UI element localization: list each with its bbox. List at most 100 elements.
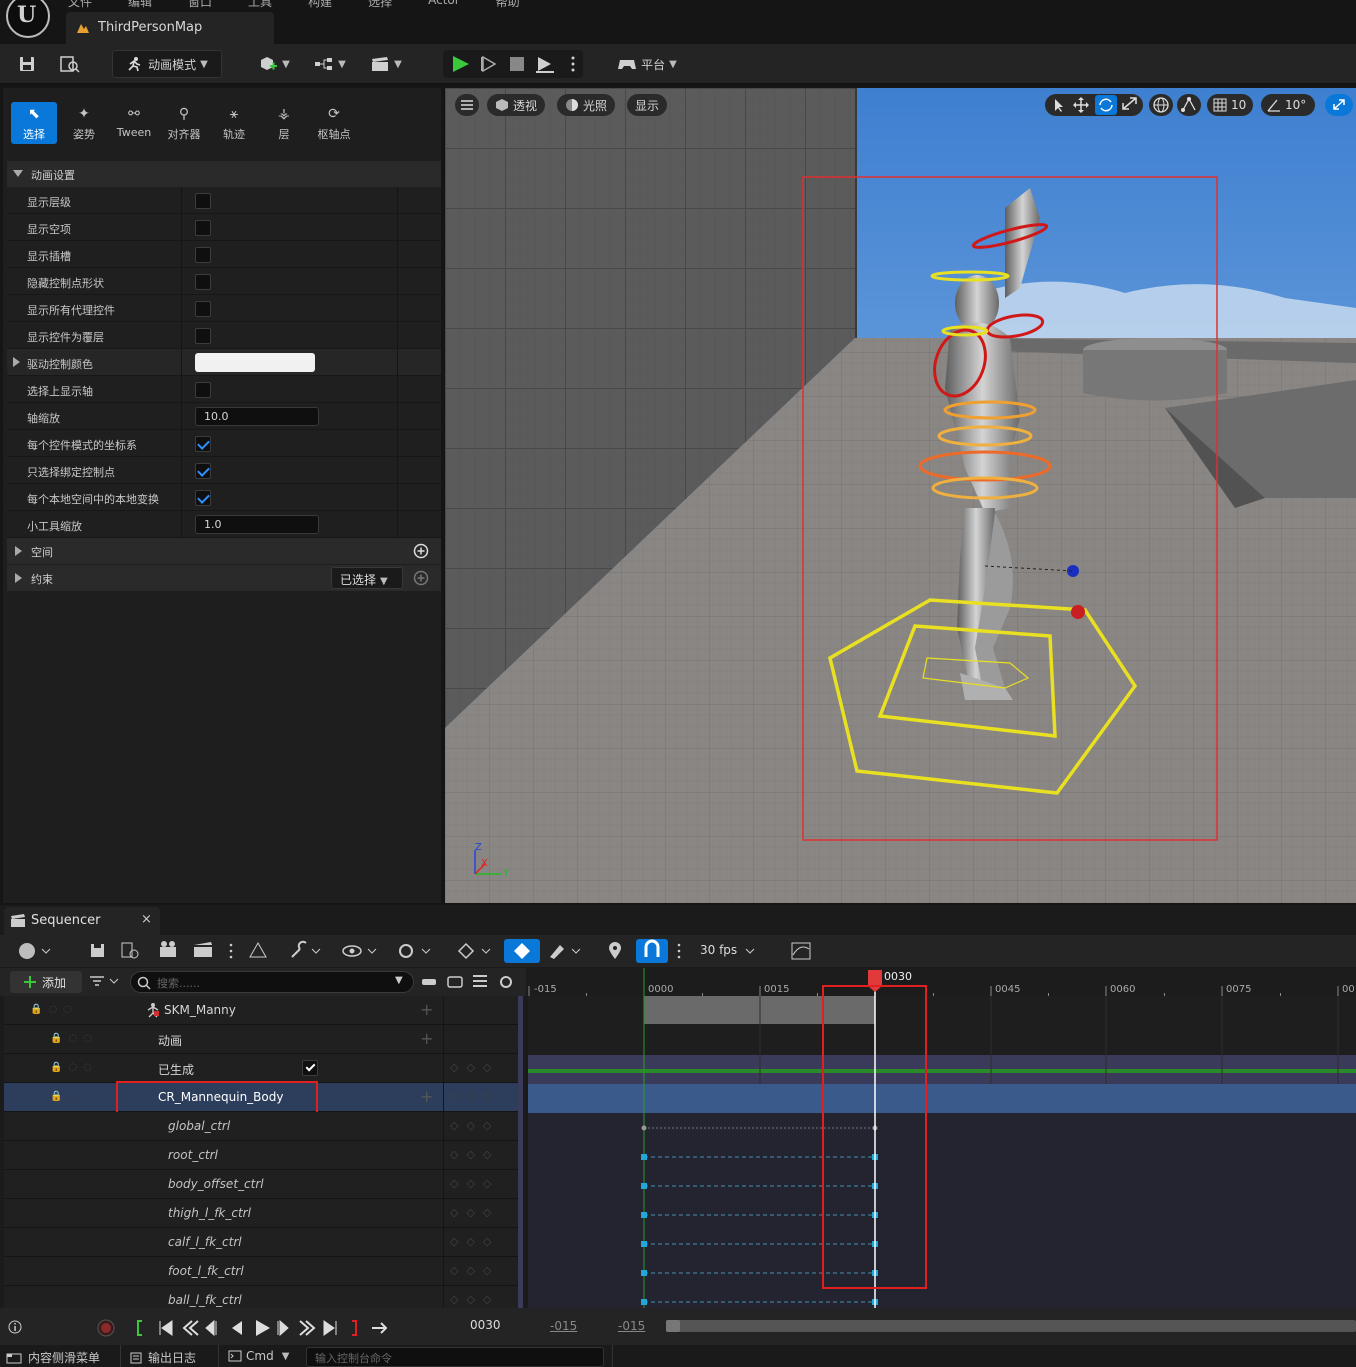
key-nav-icons[interactable]: ◇◇◇ <box>450 1061 499 1074</box>
output-log-button[interactable]: 输出日志 <box>130 1349 196 1366</box>
rotation-snap-button[interactable]: 10° <box>1261 94 1315 116</box>
perspective-button[interactable]: 透视 <box>487 94 546 116</box>
add-icon[interactable]: + <box>420 1029 433 1048</box>
mode-pivot[interactable]: ⟳ 枢轴点 <box>311 102 357 144</box>
filter-icon[interactable] <box>90 976 120 988</box>
close-icon[interactable]: × <box>141 912 152 927</box>
gizmo-scale-field[interactable]: 1.0 <box>195 515 319 534</box>
menu-tools[interactable]: 工具 <box>248 0 272 10</box>
browse-button[interactable] <box>56 50 84 78</box>
animation-settings-header[interactable]: 动画设置 <box>7 161 441 187</box>
controls-overlay-checkbox[interactable] <box>195 328 211 344</box>
track-row-global-ctrl[interactable]: global_ctrl ◇◇◇ <box>4 1112 520 1141</box>
menu-help[interactable]: 帮助 <box>496 0 520 10</box>
menu-actor[interactable]: Actor <box>428 0 460 10</box>
menu-select[interactable]: 选择 <box>368 0 392 10</box>
track-row-calf-l-fk-ctrl[interactable]: calf_l_fk_ctrl ◇◇◇ <box>4 1228 520 1257</box>
local-transform-checkbox[interactable] <box>195 490 211 506</box>
track-row-animation[interactable]: 🔒◌◌ 动画 + <box>4 1025 520 1054</box>
spawned-checkbox[interactable] <box>302 1060 318 1076</box>
add-circle-icon[interactable] <box>413 570 429 586</box>
mode-dropdown[interactable]: 动画模式 ▼ <box>112 50 222 78</box>
world-local-button[interactable] <box>1149 94 1173 116</box>
add-icon[interactable]: + <box>420 1087 433 1106</box>
mode-tween[interactable]: ⚯ Tween <box>111 102 157 144</box>
current-frame[interactable]: 0030 <box>470 1318 501 1332</box>
lighting-button[interactable]: 光照 <box>557 94 616 116</box>
key-nav-icons[interactable]: ◇◇◇ <box>450 1148 499 1161</box>
key-nav-icons[interactable]: ◇◇◇ <box>450 1293 499 1306</box>
key-nav-icons[interactable]: ◇◇◇ <box>450 1206 499 1219</box>
status-bar: 内容侧滑菜单 输出日志 Cmd ▼ 输入控制台命令 <box>0 1345 1356 1367</box>
search-input[interactable]: 搜索...... ▼ <box>130 971 414 993</box>
show-axis-checkbox[interactable] <box>195 382 211 398</box>
show-sockets-checkbox[interactable] <box>195 247 211 263</box>
key-nav-icons[interactable]: ◇◇◇ <box>450 1090 499 1103</box>
constraint-header[interactable]: 约束 已选择 ▼ <box>7 565 441 591</box>
sequencer-tab[interactable]: Sequencer × <box>4 907 160 935</box>
fps-dropdown[interactable]: 30 fps <box>700 943 737 957</box>
menu-edit[interactable]: 编辑 <box>128 0 152 10</box>
cinematics-button[interactable]: ▼ <box>366 50 406 78</box>
prop-row-show-axis: 选择上显示轴 <box>7 376 441 403</box>
key-nav-icons[interactable]: ◇◇◇ <box>450 1264 499 1277</box>
timeline-scrollbar[interactable] <box>666 1320 1356 1332</box>
track-row-foot-l-fk-ctrl[interactable]: foot_l_fk_ctrl ◇◇◇ <box>4 1257 520 1286</box>
menu-build[interactable]: 构建 <box>308 0 332 10</box>
scale-icon <box>1122 97 1137 110</box>
track-row-root-ctrl[interactable]: root_ctrl ◇◇◇ <box>4 1141 520 1170</box>
grid-snap-button[interactable]: 10 <box>1207 94 1253 116</box>
driver-color-swatch[interactable] <box>195 353 315 372</box>
maximize-viewport-button[interactable] <box>1325 94 1353 116</box>
viewport-menu-button[interactable] <box>455 94 479 116</box>
splitter[interactable] <box>518 996 523 1308</box>
hide-control-shapes-checkbox[interactable] <box>195 274 211 290</box>
key-nav-icons[interactable]: ◇◇◇ <box>450 1177 499 1190</box>
browse-icon <box>60 56 80 73</box>
surface-snap-button[interactable] <box>1177 94 1201 116</box>
add-circle-icon[interactable] <box>413 543 429 559</box>
transport-controls[interactable] <box>96 1318 396 1338</box>
selected-dropdown[interactable]: 已选择 ▼ <box>331 567 403 589</box>
menu-window[interactable]: 窗口 <box>188 0 212 10</box>
content-drawer-button[interactable]: 内容侧滑菜单 <box>6 1349 100 1366</box>
cmd-dropdown[interactable]: Cmd ▼ <box>228 1349 289 1363</box>
map-tab[interactable]: ThirdPersonMap <box>66 12 274 44</box>
mode-pose[interactable]: ✦ 姿势 <box>61 102 107 144</box>
track-row-spawned[interactable]: 🔒◌◌ 已生成 ◇◇◇ <box>4 1054 520 1083</box>
track-view-icons[interactable] <box>420 974 520 990</box>
show-nulls-checkbox[interactable] <box>195 220 211 236</box>
save-button[interactable] <box>14 50 40 78</box>
console-input[interactable]: 输入控制台命令 <box>306 1347 604 1367</box>
track-row-skm-manny[interactable]: 🔒◌◌ SKM_Manny + <box>4 996 520 1025</box>
level-viewport[interactable]: Z X Y 透视 光照 显示 10 10° <box>445 88 1356 903</box>
prop-row-driver-color[interactable]: 驱动控制颜色 <box>7 349 441 376</box>
sequencer-timeline[interactable]: -015 0000 0015 0030 0045 0060 0075 00 <box>528 968 1356 1308</box>
mode-snapper[interactable]: ⚲ 对齐器 <box>161 102 207 144</box>
mode-select[interactable]: ⬉ 选择 <box>11 102 57 144</box>
mode-layers[interactable]: ⚶ 层 <box>261 102 307 144</box>
mode-trails[interactable]: ⚹ 轨迹 <box>211 102 257 144</box>
menu-file[interactable]: 文件 <box>68 0 92 10</box>
track-row-body-offset-ctrl[interactable]: body_offset_ctrl ◇◇◇ <box>4 1170 520 1199</box>
platform-dropdown[interactable]: 平台 ▼ <box>612 50 682 78</box>
add-actor-button[interactable]: ▼ <box>254 50 294 78</box>
blueprint-button[interactable]: ▼ <box>310 50 350 78</box>
key-nav-icons[interactable]: ◇◇◇ <box>450 1235 499 1248</box>
add-track-button[interactable]: 添加 <box>10 971 82 993</box>
show-hierarchy-checkbox[interactable] <box>195 193 211 209</box>
axis-scale-field[interactable]: 10.0 <box>195 407 319 426</box>
info-icon[interactable] <box>8 1320 22 1334</box>
track-row-thigh-l-fk-ctrl[interactable]: thigh_l_fk_ctrl ◇◇◇ <box>4 1199 520 1228</box>
add-icon[interactable]: + <box>420 1000 433 1019</box>
track-row-ball-l-fk-ctrl[interactable]: ball_l_fk_ctrl ◇◇◇ <box>4 1286 520 1308</box>
show-proxies-checkbox[interactable] <box>195 301 211 317</box>
coord-system-checkbox[interactable] <box>195 436 211 452</box>
range-start-field[interactable]: -015 <box>550 1319 577 1333</box>
range-end-field[interactable]: -015 <box>618 1319 645 1333</box>
space-header[interactable]: 空间 <box>7 538 441 564</box>
only-bound-checkbox[interactable] <box>195 463 211 479</box>
show-button[interactable]: 显示 <box>627 94 668 116</box>
key-nav-icons[interactable]: ◇◇◇ <box>450 1119 499 1132</box>
unreal-logo[interactable]: U <box>6 0 50 38</box>
